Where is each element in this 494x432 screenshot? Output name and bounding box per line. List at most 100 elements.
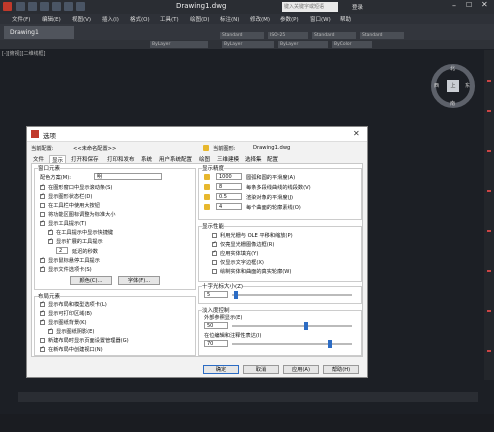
- menu-help[interactable]: 帮助: [340, 15, 351, 23]
- drawing-setting-icon: [204, 184, 210, 190]
- tab-files[interactable]: 文件: [33, 155, 44, 163]
- current-drawing-label: 当前图形:: [213, 146, 236, 152]
- option-label: 新建布局时显示页面设置管理器(G): [48, 338, 129, 344]
- render-smoothness-input[interactable]: 0.5: [216, 193, 242, 200]
- tooltip-delay-label: 延迟的秒数: [72, 249, 98, 255]
- checkbox-raster-ole-pan[interactable]: [212, 233, 217, 238]
- menu-draw[interactable]: 绘图(D): [190, 15, 210, 23]
- document-tab[interactable]: Drawing1: [4, 26, 74, 39]
- menu-modify[interactable]: 修改(M): [250, 15, 270, 23]
- menu-file[interactable]: 文件(F): [12, 15, 30, 23]
- menu-edit[interactable]: 编辑(E): [42, 15, 61, 23]
- checkbox-large-buttons[interactable]: [40, 203, 45, 208]
- checkbox-ribbon-icons-standard[interactable]: [40, 212, 45, 217]
- linetype-combo[interactable]: ByLayer: [222, 41, 274, 48]
- text-style-combo[interactable]: Standard: [220, 32, 264, 39]
- menu-window[interactable]: 窗口(W): [310, 15, 331, 23]
- xref-fade-slider-thumb[interactable]: [304, 322, 308, 330]
- print-icon[interactable]: [52, 2, 61, 11]
- checkbox-paper-shadow[interactable]: [48, 327, 53, 334]
- table-style-combo[interactable]: Standard: [312, 32, 356, 39]
- checkbox-tooltip-shortcuts[interactable]: [48, 228, 53, 235]
- new-file-icon[interactable]: [16, 2, 25, 11]
- tab-open-save[interactable]: 打开和保存: [71, 155, 99, 163]
- tab-user-preferences[interactable]: 用户系统配置: [159, 155, 192, 163]
- checkbox-printable-area[interactable]: [40, 309, 45, 316]
- menu-view[interactable]: 视图(V): [72, 15, 91, 23]
- checkbox-show-tooltips[interactable]: [40, 219, 45, 226]
- mleader-style-combo[interactable]: Standard: [360, 32, 404, 39]
- checkbox-solid-fill[interactable]: [212, 249, 217, 256]
- crosshair-slider-track[interactable]: [232, 294, 352, 296]
- menu-format[interactable]: 格式(O): [130, 15, 150, 23]
- maximize-icon[interactable]: ☐: [466, 1, 472, 9]
- fonts-button[interactable]: 字体(F)...: [118, 276, 160, 285]
- checkbox-show-scrollbars[interactable]: [40, 183, 45, 190]
- inplace-fade-slider-thumb[interactable]: [328, 340, 332, 348]
- open-file-icon[interactable]: [28, 2, 37, 11]
- xref-fade-input[interactable]: 50: [204, 322, 228, 329]
- dialog-close-icon[interactable]: ✕: [353, 129, 360, 138]
- inplace-fade-input[interactable]: 70: [204, 340, 228, 347]
- option-label: 在工具提示中显示快捷键: [56, 230, 114, 236]
- checkbox-create-viewport[interactable]: [40, 345, 45, 352]
- checkbox-drawing-status-bar[interactable]: [40, 192, 45, 199]
- arc-smoothness-input[interactable]: 1000: [216, 173, 242, 180]
- save-icon[interactable]: [40, 2, 49, 11]
- checkbox-file-tabs[interactable]: [40, 265, 45, 272]
- polyline-segments-input[interactable]: 8: [216, 183, 242, 190]
- inplace-fade-slider-track[interactable]: [232, 343, 352, 345]
- redo-icon[interactable]: [76, 2, 85, 11]
- help-button[interactable]: 帮助(H): [323, 365, 359, 374]
- option-label: 显示图形状态栏(D): [48, 194, 93, 200]
- checkbox-true-silhouettes[interactable]: [212, 269, 217, 274]
- tab-plot-publish[interactable]: 打印和发布: [107, 155, 135, 163]
- menu-tools[interactable]: 工具(T): [160, 15, 179, 23]
- menu-insert[interactable]: 插入(I): [102, 15, 119, 23]
- checkbox-page-setup-manager[interactable]: [40, 338, 45, 343]
- layout-elements-label: 布局元素: [38, 292, 61, 300]
- menu-parametric[interactable]: 参数(P): [280, 15, 299, 23]
- dialog-title: 选项: [43, 132, 56, 140]
- checkbox-paper-background[interactable]: [40, 318, 45, 325]
- minimize-icon[interactable]: –: [452, 1, 456, 10]
- autocad-logo-icon[interactable]: [3, 2, 12, 11]
- tab-profiles[interactable]: 配置: [267, 155, 278, 163]
- tab-3d-modeling[interactable]: 三维建模: [217, 155, 239, 163]
- option-label: 绘制实体和曲面的真实轮廓(W): [220, 269, 292, 275]
- plotstyle-combo[interactable]: ByColor: [332, 41, 372, 48]
- login-link[interactable]: 登录: [352, 3, 363, 11]
- contour-lines-input[interactable]: 4: [216, 203, 242, 210]
- checkbox-raster-frame-only[interactable]: [212, 240, 217, 247]
- crosshair-size-input[interactable]: 5: [204, 291, 228, 298]
- crosshair-slider-thumb[interactable]: [234, 291, 238, 299]
- tab-drafting[interactable]: 绘图: [199, 155, 210, 163]
- option-label: 显示布局和模型选项卡(L): [48, 302, 107, 308]
- layer-color-combo[interactable]: ByLayer: [150, 41, 208, 48]
- command-line[interactable]: [18, 392, 478, 402]
- dim-style-combo[interactable]: ISO-25: [268, 32, 308, 39]
- tab-selection[interactable]: 选择集: [245, 155, 262, 163]
- tab-system[interactable]: 系统: [141, 155, 152, 163]
- checkbox-extended-tooltips[interactable]: [48, 237, 53, 244]
- color-scheme-select[interactable]: 明: [94, 173, 162, 180]
- checkbox-text-boundary[interactable]: [212, 260, 217, 265]
- tooltip-delay-input[interactable]: 2: [56, 247, 68, 254]
- colors-button[interactable]: 颜色(C)...: [70, 276, 112, 285]
- search-input[interactable]: 键入关键字或短语: [282, 2, 338, 12]
- checkbox-rollover-tooltips[interactable]: [40, 256, 45, 263]
- viewcube-top-face[interactable]: 上: [447, 80, 459, 92]
- compass-east: 东: [465, 83, 471, 89]
- apply-button[interactable]: 应用(A): [283, 365, 319, 374]
- app-titlebar: Drawing1.dwg 键入关键字或短语 登录 – ☐ ✕: [0, 0, 494, 14]
- xref-fade-slider-track[interactable]: [232, 325, 352, 327]
- viewport-controls[interactable]: [-][俯视][二维线框]: [2, 50, 46, 57]
- close-icon[interactable]: ✕: [481, 0, 488, 9]
- ok-button[interactable]: 确定: [203, 365, 239, 374]
- lineweight-combo[interactable]: ByLayer: [278, 41, 328, 48]
- menu-dimension[interactable]: 标注(N): [220, 15, 239, 23]
- undo-icon[interactable]: [64, 2, 73, 11]
- option-label: 在新布局中创建视口(N): [48, 347, 103, 353]
- cancel-button[interactable]: 取消: [243, 365, 279, 374]
- checkbox-layout-model-tabs[interactable]: [40, 300, 45, 307]
